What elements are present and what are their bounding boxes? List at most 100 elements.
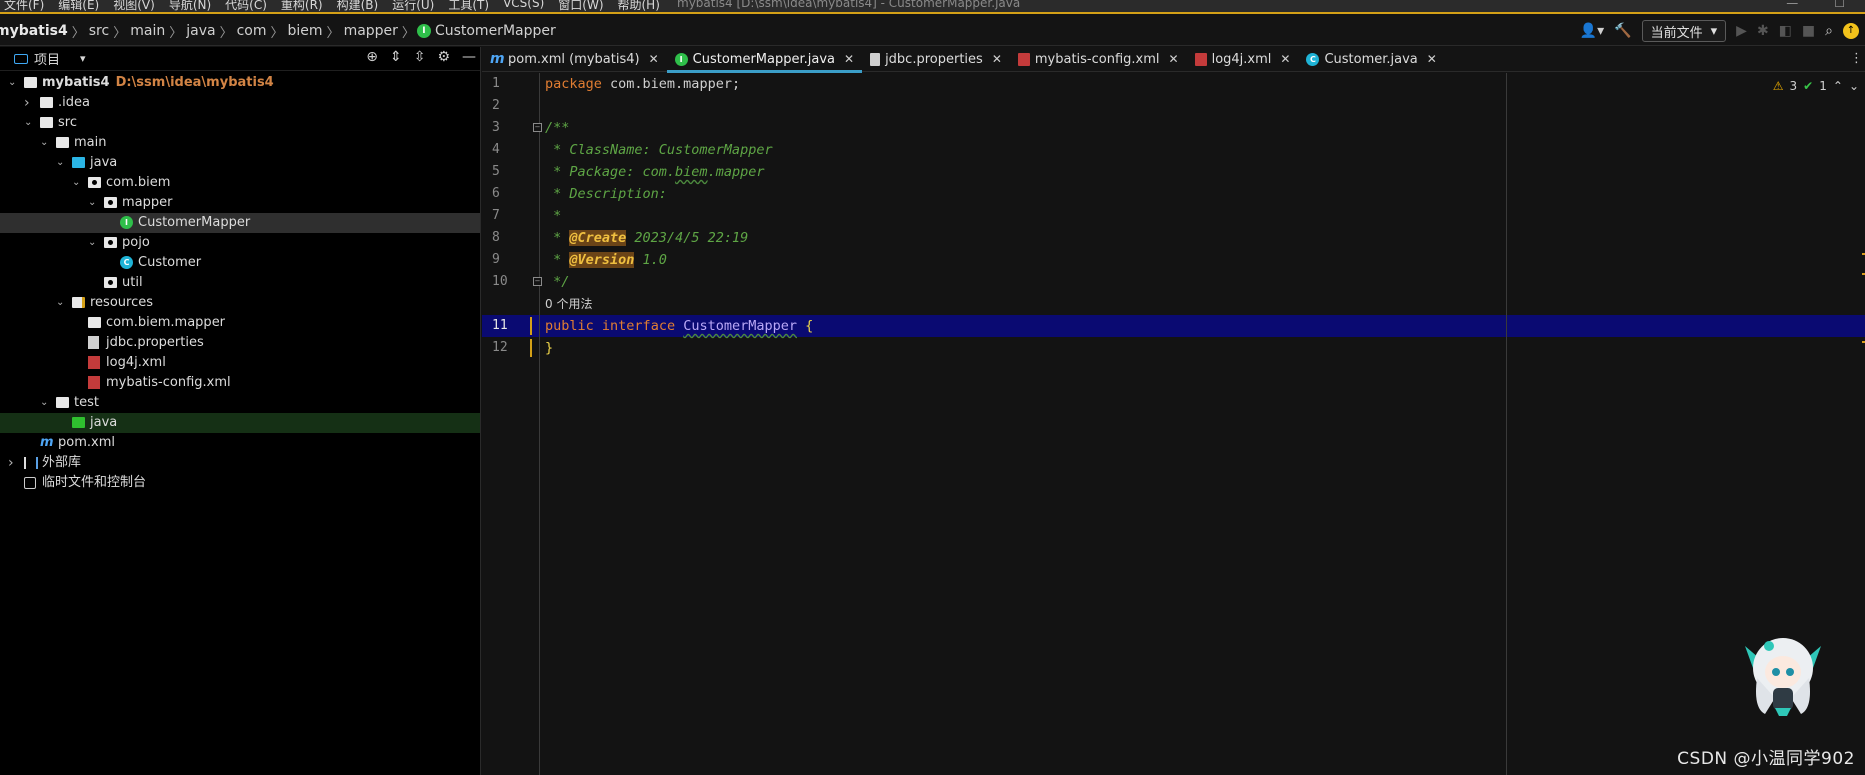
breadcrumb-item[interactable]: com — [233, 23, 271, 39]
editor-tab[interactable]: mybatis-config.xml ✕ — [1010, 47, 1187, 72]
code-line[interactable]: * @Version 1.0 — [545, 249, 667, 271]
breadcrumb-item[interactable]: main — [126, 23, 169, 39]
line-number[interactable]: 11 — [492, 315, 522, 337]
tree-item[interactable]: mybatis-config.xml — [0, 373, 480, 393]
code-line[interactable]: package com.biem.mapper; — [545, 73, 740, 95]
chevron-down-icon[interactable]: ⌄ — [88, 233, 98, 253]
fold-icon[interactable]: − — [533, 277, 542, 286]
tree-item[interactable]: jdbc.properties — [0, 333, 480, 353]
tree-item[interactable]: ⌄ mapper — [0, 193, 480, 213]
close-icon[interactable]: ✕ — [1427, 52, 1437, 66]
breadcrumb-item[interactable]: mapper — [340, 23, 402, 39]
tree-item[interactable]: util — [0, 273, 480, 293]
line-number[interactable]: 1 — [492, 73, 522, 95]
breadcrumb-item[interactable]: mybatis4 — [0, 23, 72, 39]
menu-item[interactable]: 编辑(E) — [58, 0, 99, 12]
tree-item[interactable]: › 外部库 — [0, 453, 480, 473]
inspection-widget[interactable]: ⚠ 3 ✔ 1 ⌃ ⌄ — [1773, 79, 1859, 93]
run-configuration-select[interactable]: 当前文件 ▾ — [1641, 20, 1727, 42]
menu-item[interactable]: 文件(F) — [4, 0, 44, 12]
close-icon[interactable]: ✕ — [649, 52, 659, 66]
tree-item[interactable]: java — [0, 413, 480, 433]
coverage-icon[interactable]: ◧ — [1779, 23, 1792, 39]
line-number[interactable]: 5 — [492, 161, 522, 183]
code-line[interactable]: } — [545, 337, 553, 359]
line-number[interactable]: 10 — [492, 271, 522, 293]
code-line[interactable]: * — [545, 205, 561, 227]
run-icon[interactable]: ▶ — [1736, 23, 1747, 39]
code-line[interactable]: public interface CustomerMapper { — [545, 315, 813, 337]
tree-item[interactable]: ⌄ java — [0, 153, 480, 173]
chevron-down-icon[interactable]: ⌄ — [40, 133, 50, 153]
menu-item[interactable]: 工具(T) — [448, 0, 489, 12]
menu-item[interactable]: 代码(C) — [225, 0, 267, 12]
chevron-right-icon[interactable]: › — [8, 453, 18, 473]
code-line[interactable]: */ — [545, 271, 569, 293]
tree-item[interactable]: › .idea — [0, 93, 480, 113]
close-icon[interactable]: ✕ — [1169, 52, 1179, 66]
expand-all-icon[interactable]: ⇕ — [390, 49, 402, 65]
project-panel-title[interactable]: 项目 — [34, 49, 60, 68]
code-line[interactable]: * Package: com.biem.mapper — [545, 161, 764, 183]
tree-item[interactable]: ⌄ test — [0, 393, 480, 413]
code-editor[interactable]: 1 2 3 4 5 6 7 8 9 10 11 12− − package com.biem.mappe… — [482, 73, 1865, 775]
editor-tab[interactable]: m pom.xml (mybatis4) ✕ — [482, 47, 667, 72]
tree-item[interactable]: C Customer — [0, 253, 480, 273]
close-icon[interactable]: ✕ — [844, 52, 854, 66]
chevron-down-icon[interactable]: ⌄ — [72, 173, 82, 193]
chevron-down-icon[interactable]: ⌄ — [8, 73, 18, 93]
line-number[interactable]: 9 — [492, 249, 522, 271]
line-number[interactable]: 7 — [492, 205, 522, 227]
collapse-all-icon[interactable]: ⇳ — [414, 49, 426, 65]
tree-item[interactable]: ⌄ resources — [0, 293, 480, 313]
chevron-down-icon[interactable]: ⌄ — [1849, 79, 1859, 93]
hide-icon[interactable]: — — [462, 49, 476, 65]
breadcrumb-item[interactable]: src — [85, 23, 113, 39]
minimize-icon[interactable]: — — [1786, 0, 1798, 10]
chevron-down-icon[interactable]: ▾ — [80, 52, 86, 65]
editor-tab[interactable]: log4j.xml ✕ — [1187, 47, 1299, 72]
editor-tab[interactable]: jdbc.properties ✕ — [862, 47, 1010, 72]
chevron-down-icon[interactable]: ⌄ — [24, 113, 34, 133]
tree-item[interactable]: m pom.xml — [0, 433, 480, 453]
stop-icon[interactable]: ■ — [1802, 23, 1815, 39]
chevron-down-icon[interactable]: ⌄ — [56, 153, 66, 173]
chevron-down-icon[interactable]: ⌄ — [88, 193, 98, 213]
tree-item[interactable]: ⌄ src — [0, 113, 480, 133]
close-icon[interactable]: ✕ — [992, 52, 1002, 66]
tree-item[interactable]: ⌄ mybatis4 D:\ssm\idea\mybatis4 — [0, 73, 480, 93]
code-line[interactable]: /** — [545, 117, 569, 139]
line-number[interactable]: 12 — [492, 337, 522, 359]
usage-inlay-hint[interactable]: 0 个用法 — [545, 295, 592, 313]
line-number[interactable]: 3 — [492, 117, 522, 139]
line-number[interactable]: 6 — [492, 183, 522, 205]
menu-item[interactable]: 窗口(W) — [558, 0, 603, 12]
tree-item[interactable]: ⌄ main — [0, 133, 480, 153]
maximize-icon[interactable]: ☐ — [1834, 0, 1845, 10]
menu-item[interactable]: 视图(V) — [113, 0, 155, 12]
tree-item[interactable]: 临时文件和控制台 — [0, 473, 480, 493]
menu-item[interactable]: 构建(B) — [337, 0, 379, 12]
menu-item[interactable]: 重构(R) — [281, 0, 323, 12]
breadcrumb-item[interactable]: CustomerMapper — [435, 23, 560, 39]
breadcrumb-item[interactable]: biem — [284, 23, 327, 39]
breadcrumb-item[interactable]: java — [182, 23, 219, 39]
code-line[interactable]: * @Create 2023/4/5 22:19 — [545, 227, 748, 249]
more-tabs-icon[interactable]: ⋮ — [1850, 51, 1863, 66]
editor-tab[interactable]: C Customer.java ✕ — [1298, 47, 1444, 72]
close-icon[interactable]: ✕ — [1280, 52, 1290, 66]
menu-item[interactable]: VCS(S) — [503, 0, 544, 12]
menu-item[interactable]: 运行(U) — [392, 0, 434, 12]
tree-item[interactable]: I CustomerMapper — [0, 213, 480, 233]
search-icon[interactable]: ⌕ — [1825, 23, 1833, 39]
menu-item[interactable]: 帮助(H) — [618, 0, 660, 12]
tree-item[interactable]: ⌄ com.biem — [0, 173, 480, 193]
chevron-down-icon[interactable]: ⌄ — [40, 393, 50, 413]
chevron-right-icon[interactable]: › — [24, 93, 34, 113]
code-line[interactable]: * ClassName: CustomerMapper — [545, 139, 772, 161]
tree-item[interactable]: com.biem.mapper — [0, 313, 480, 333]
line-number[interactable]: 2 — [492, 95, 522, 117]
code-line[interactable]: * Description: — [545, 183, 667, 205]
user-menu-icon[interactable]: 👤▾ — [1580, 23, 1604, 39]
gear-icon[interactable]: ⚙ — [437, 49, 450, 65]
